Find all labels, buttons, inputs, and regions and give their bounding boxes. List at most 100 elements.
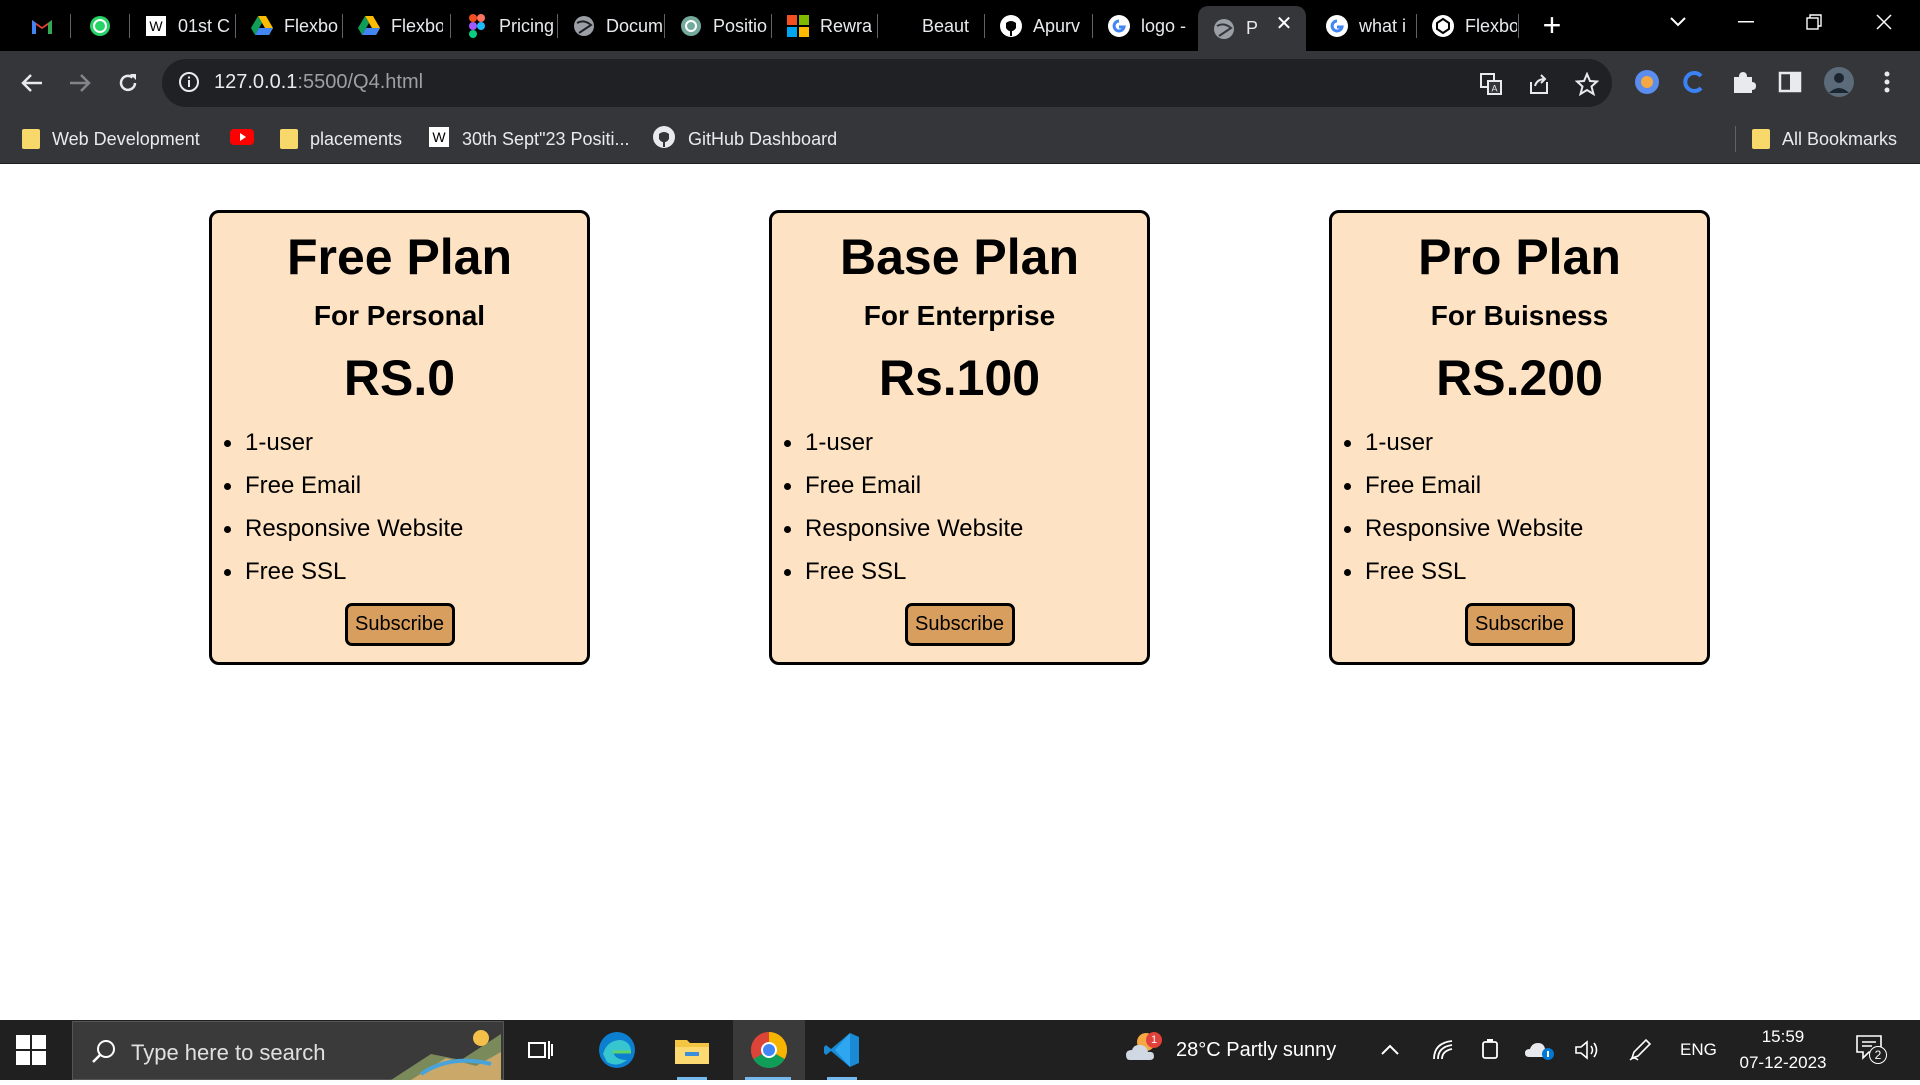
tab-position-chatgpt[interactable]: Positio: [665, 6, 769, 46]
tab-pricing-figma[interactable]: Pricing: [451, 6, 555, 46]
feature-item: 1-user: [1344, 421, 1707, 464]
notifications-icon[interactable]: 2: [1855, 1020, 1887, 1080]
microsoft-icon: [786, 14, 810, 38]
tab-01st[interactable]: W 01st C: [130, 6, 234, 46]
volume-icon[interactable]: [1574, 1020, 1600, 1080]
tab-what-google[interactable]: what i: [1311, 6, 1415, 46]
url-host: 127.0.0.1: [214, 71, 298, 93]
svg-text:W: W: [149, 18, 163, 34]
tab-separator: [1518, 14, 1519, 38]
minimize-icon[interactable]: [1712, 0, 1780, 44]
feature-item: Free Email: [784, 464, 1147, 507]
feature-item: Free Email: [224, 464, 587, 507]
windows-start-icon[interactable]: [16, 1035, 46, 1065]
tab-rewrite[interactable]: Rewra: [772, 6, 876, 46]
bookmark-label: placements: [310, 128, 403, 149]
globe-icon: [572, 14, 596, 38]
plan-price: Rs.100: [878, 350, 1041, 406]
plan-price: RS.0: [343, 350, 456, 406]
reload-button[interactable]: [108, 63, 148, 103]
plan-title: Free Plan: [286, 229, 513, 285]
plan-card-base: Base Plan For Enterprise Rs.100 1-user F…: [769, 210, 1150, 665]
battery-device-icon[interactable]: [1480, 1020, 1500, 1080]
language-text: ENG: [1680, 1040, 1717, 1059]
search-icon: [91, 1038, 117, 1069]
task-view-icon[interactable]: [505, 1020, 575, 1080]
close-tab-icon[interactable]: ✕: [1274, 14, 1294, 34]
url-text: 127.0.0.1:5500/Q4.html: [214, 71, 423, 94]
feature-list: 1-user Free Email Responsive Website Fre…: [1332, 421, 1707, 593]
subscribe-button[interactable]: Subscribe: [1464, 603, 1575, 646]
extension-c-icon[interactable]: [1677, 65, 1711, 99]
notification-count: 2: [1869, 1046, 1887, 1064]
tab-logo-google[interactable]: logo -: [1093, 6, 1193, 46]
tab-document[interactable]: Docum: [558, 6, 662, 46]
bookmark-github-dashboard[interactable]: GitHub Dashboard: [652, 124, 837, 154]
file-explorer-icon[interactable]: [657, 1020, 727, 1080]
tab-flexbox-codepen[interactable]: Flexbo: [1417, 6, 1517, 46]
subscribe-button[interactable]: Subscribe: [344, 603, 455, 646]
tab-separator: [70, 14, 71, 38]
bookmark-star-icon[interactable]: [1574, 71, 1600, 97]
plan-subtitle: For Buisness: [1430, 300, 1609, 331]
vscode-icon[interactable]: [807, 1020, 877, 1080]
more-menu-icon[interactable]: [1870, 65, 1904, 99]
bookmark-30th-sept[interactable]: W 30th Sept"23 Positi...: [428, 124, 630, 154]
tab-flexbox-drive-1[interactable]: Flexbo: [236, 6, 338, 46]
bookmark-placements[interactable]: placements: [280, 124, 402, 154]
tab-whatsapp[interactable]: [74, 6, 130, 46]
codepen-icon: [1431, 14, 1455, 38]
feature-item: Responsive Website: [1344, 507, 1707, 550]
taskbar-search-box[interactable]: Type here to search: [72, 1021, 504, 1080]
feature-item: Free SSL: [1344, 550, 1707, 593]
wordpress-icon: W: [428, 126, 450, 153]
edge-browser-icon[interactable]: [582, 1020, 652, 1080]
forward-button[interactable]: [60, 63, 100, 103]
search-highlight-illustration-icon: [391, 1024, 501, 1085]
restore-icon[interactable]: [1780, 0, 1848, 44]
back-button[interactable]: [12, 63, 52, 103]
tab-beautify[interactable]: Beaut: [878, 6, 982, 46]
search-placeholder: Type here to search: [131, 1040, 326, 1065]
bookmark-youtube[interactable]: [230, 124, 266, 154]
bookmark-label: 30th Sept"23 Positi...: [462, 128, 630, 149]
tab-github-apurv[interactable]: Apurv: [985, 6, 1089, 46]
wifi-icon[interactable]: [1432, 1020, 1456, 1080]
tab-search-chevron-icon[interactable]: [1644, 0, 1712, 44]
notification-center-icon: 2: [1855, 1034, 1887, 1066]
share-icon[interactable]: [1526, 71, 1552, 97]
windows-taskbar: Type here to search 1 28°C Partly sunny: [0, 1020, 1920, 1080]
system-clock[interactable]: 15:59 07-12-2023: [1728, 1024, 1838, 1076]
all-bookmarks-button[interactable]: All Bookmarks: [1752, 124, 1897, 154]
tab-current[interactable]: P ✕: [1198, 6, 1306, 51]
weather-widget[interactable]: 1 28°C Partly sunny: [1124, 1020, 1336, 1080]
address-bar[interactable]: 127.0.0.1:5500/Q4.html A: [162, 59, 1612, 107]
bookmark-web-development[interactable]: Web Development: [22, 124, 200, 154]
subscribe-button[interactable]: Subscribe: [904, 603, 1015, 646]
show-hidden-icons-icon[interactable]: [1380, 1020, 1400, 1080]
translate-icon[interactable]: A: [1478, 71, 1504, 97]
tab-gmail[interactable]: [16, 6, 68, 46]
onedrive-icon[interactable]: [1525, 1020, 1555, 1080]
clock-date: 07-12-2023: [1739, 1053, 1827, 1072]
feature-list: 1-user Free Email Responsive Website Fre…: [772, 421, 1147, 593]
site-info-icon[interactable]: [178, 71, 200, 98]
chrome-icon[interactable]: [733, 1020, 805, 1080]
tab-flexbox-drive-2[interactable]: Flexbo: [343, 6, 443, 46]
close-window-icon[interactable]: [1850, 0, 1918, 44]
all-bookmarks-label: All Bookmarks: [1782, 128, 1898, 149]
new-tab-button[interactable]: +: [1534, 8, 1570, 44]
extension-blue-icon[interactable]: [1630, 65, 1664, 99]
globe-icon: [1212, 17, 1236, 41]
extensions-puzzle-icon[interactable]: [1726, 65, 1760, 99]
language-indicator[interactable]: ENG: [1680, 1020, 1717, 1080]
pen-icon[interactable]: [1628, 1020, 1652, 1080]
feature-item: Free Email: [1344, 464, 1707, 507]
clock-time: 15:59: [1761, 1027, 1805, 1046]
side-panel-icon[interactable]: [1773, 65, 1807, 99]
profile-avatar[interactable]: [1822, 65, 1856, 99]
bookmarks-separator: [1735, 126, 1736, 152]
folder-icon: [1752, 129, 1770, 149]
whatsapp-icon: [88, 14, 112, 38]
figma-icon: [465, 14, 489, 38]
